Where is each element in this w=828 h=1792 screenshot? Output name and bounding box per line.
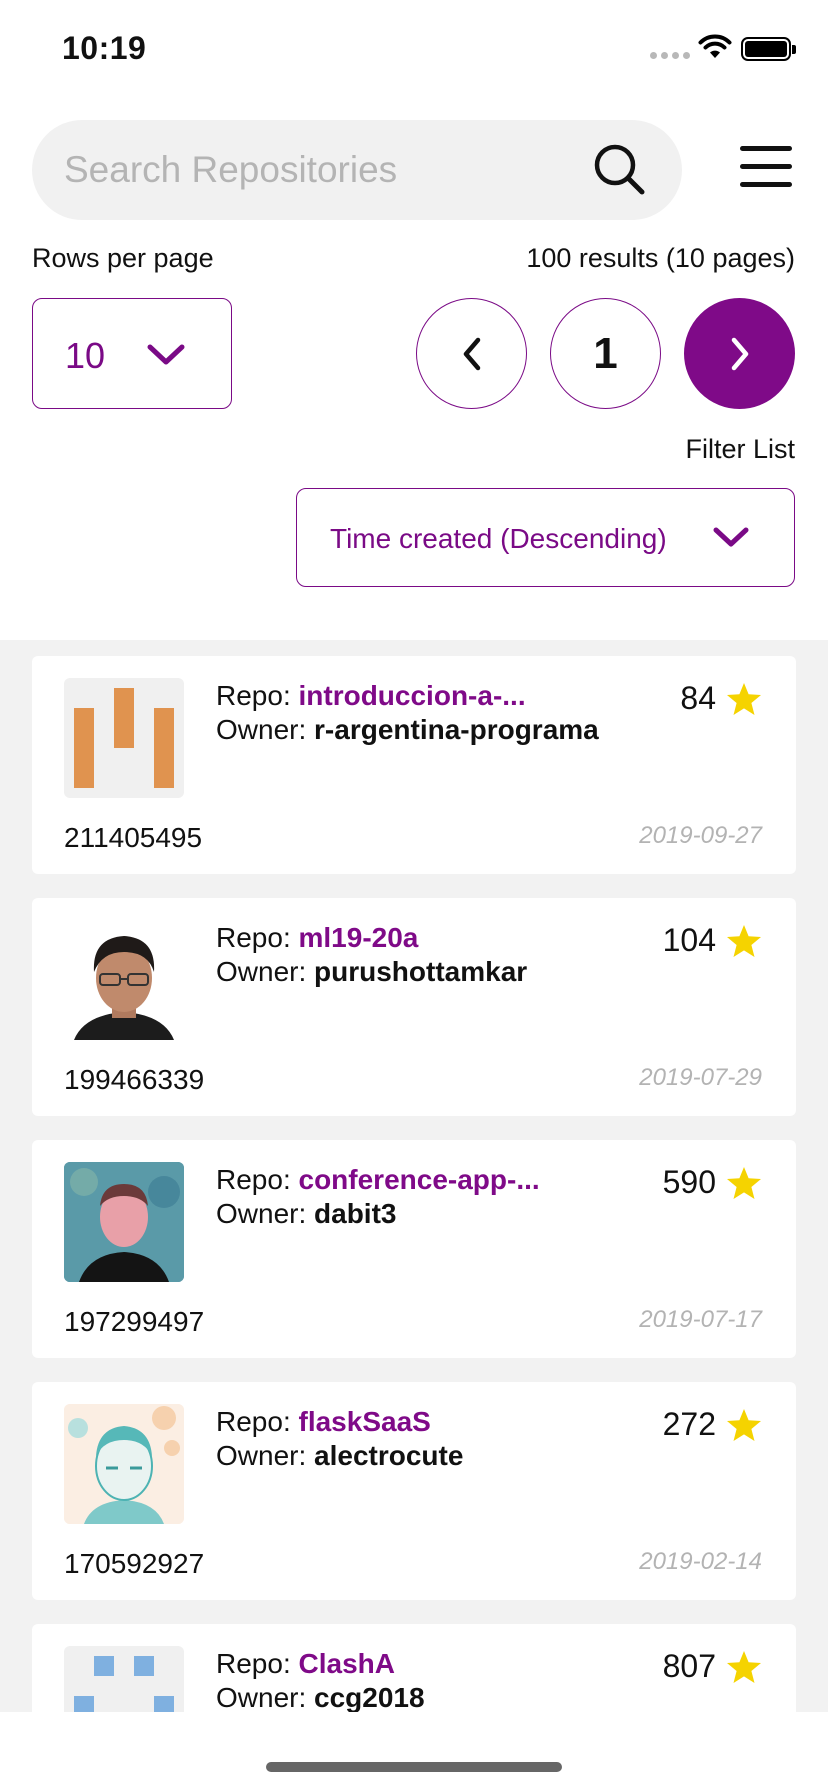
current-page: 1 [550,298,661,409]
star-count: 104 [663,922,762,959]
avatar [64,920,184,1040]
owner-name: purushottamkar [314,956,528,987]
star-count: 807 [663,1648,762,1685]
chevron-left-icon [463,337,480,370]
repo-card[interactable]: Repo: conference-app-... Owner: dabit3 5… [32,1140,796,1358]
owner-label: Owner: [216,956,315,987]
repo-name[interactable]: ClashA [299,1648,395,1679]
search-icon[interactable] [592,142,648,198]
repo-card[interactable]: Repo: flaskSaaS Owner: alectrocute 272 1… [32,1382,796,1600]
owner-label: Owner: [216,714,315,745]
star-icon [727,682,761,715]
rows-per-page-label: Rows per page [32,243,214,273]
chevron-right-icon [731,337,748,370]
chevron-down-icon [713,527,749,547]
owner-name: alectrocute [314,1440,464,1471]
star-icon [727,924,761,957]
stars-value: 104 [662,922,716,958]
signal-icon [650,52,690,59]
filter-list-label: Filter List [685,434,795,464]
repository-list[interactable]: Repo: introduccion-a-... Owner: r-argent… [0,640,828,1712]
avatar [64,678,184,798]
results-count: 100 results (10 pages) [526,243,795,273]
repo-label: Repo: [216,922,299,953]
rows-per-page-value: 10 [65,335,106,376]
star-icon [727,1408,761,1441]
home-indicator[interactable] [266,1762,562,1772]
stars-value: 84 [680,680,716,716]
rows-per-page-select[interactable]: 10 [32,298,232,409]
avatar [64,1646,184,1712]
owner-name: r-argentina-programa [314,714,599,745]
owner-label: Owner: [216,1440,315,1471]
repo-name[interactable]: conference-app-... [299,1164,540,1195]
stars-value: 590 [662,1164,716,1200]
owner-label: Owner: [216,1682,315,1712]
repo-name[interactable]: ml19-20a [299,922,419,953]
owner-name: ccg2018 [314,1682,425,1712]
avatar [64,1404,184,1524]
repo-label: Repo: [216,1406,299,1437]
repo-id: 199466339 [64,1064,205,1095]
sort-value: Time created (Descending) [330,523,667,554]
status-time: 10:19 [62,30,147,66]
star-count: 272 [663,1406,762,1443]
repo-name[interactable]: flaskSaaS [299,1406,431,1437]
repo-label: Repo: [216,1164,299,1195]
repo-date: 2019-07-17 [639,1306,762,1333]
repo-label: Repo: [216,680,299,711]
repo-label: Repo: [216,1648,299,1679]
repo-id: 197299497 [64,1306,205,1337]
battery-icon [741,37,796,61]
repo-name[interactable]: introduccion-a-... [299,680,526,711]
stars-value: 807 [662,1648,716,1684]
stars-value: 272 [662,1406,716,1442]
avatar [64,1162,184,1282]
repo-card[interactable]: Repo: ml19-20a Owner: purushottamkar 104… [32,898,796,1116]
wifi-icon [698,34,732,58]
star-icon [727,1650,761,1683]
repo-id: 170592927 [64,1548,205,1579]
next-page-button[interactable] [684,298,795,409]
repo-date: 2019-02-14 [639,1548,762,1575]
star-count: 84 [680,680,762,717]
owner-label: Owner: [216,1198,315,1229]
star-count: 590 [663,1164,762,1201]
menu-icon[interactable] [740,146,792,187]
repo-date: 2019-09-27 [639,822,762,849]
repo-card[interactable]: Repo: introduccion-a-... Owner: r-argent… [32,656,796,874]
repo-id: 211405495 [64,822,203,853]
star-icon [727,1166,761,1199]
repo-date: 2019-07-29 [639,1064,762,1091]
chevron-down-icon [147,344,185,365]
sort-select[interactable]: Time created (Descending) [296,488,795,587]
owner-name: dabit3 [314,1198,397,1229]
search-input[interactable] [64,142,584,198]
search-bar [32,120,682,220]
status-bar: 10:19 [0,0,828,100]
previous-page-button[interactable] [416,298,527,409]
repo-card[interactable]: Repo: ClashA Owner: ccg2018 807 [32,1624,796,1712]
